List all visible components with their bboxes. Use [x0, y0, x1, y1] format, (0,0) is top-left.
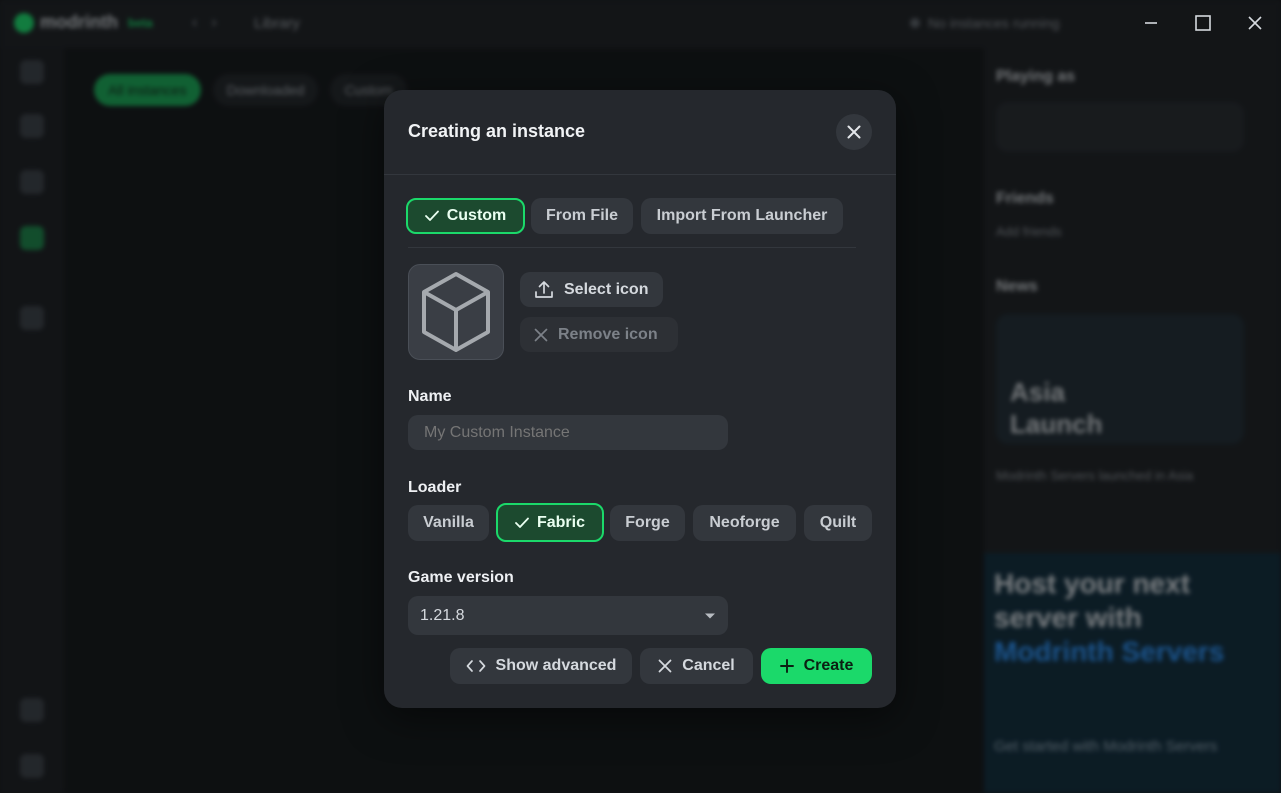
create-instance-dialog: Creating an instance Custom From File Im…: [384, 90, 896, 708]
plus-icon: [779, 659, 794, 673]
create-label: Create: [803, 657, 854, 674]
window-close-button[interactable]: [1229, 0, 1281, 46]
show-advanced-button[interactable]: Show advanced: [450, 648, 632, 684]
close-icon: [1248, 16, 1262, 30]
loader-quilt[interactable]: Quilt: [804, 505, 872, 541]
dialog-title: Creating an instance: [408, 121, 586, 141]
game-version-select[interactable]: 1.21.8: [408, 596, 728, 635]
create-button[interactable]: Create: [761, 648, 872, 684]
x-icon: [658, 659, 672, 673]
cancel-label: Cancel: [682, 657, 735, 674]
chevron-down-icon: [705, 613, 715, 618]
maximize-button[interactable]: [1177, 0, 1229, 46]
close-icon: [847, 125, 861, 139]
game-version-value: 1.21.8: [420, 606, 465, 624]
upload-icon: [535, 280, 553, 298]
instance-icon-preview: [408, 264, 504, 360]
check-icon: [424, 210, 439, 221]
minimize-icon: [1145, 22, 1157, 24]
loader-label-text: Forge: [625, 514, 670, 531]
tab-label: Import From Launcher: [656, 207, 828, 224]
remove-icon-button[interactable]: Remove icon: [520, 317, 678, 352]
remove-icon-label: Remove icon: [558, 325, 658, 343]
select-icon-label: Select icon: [564, 280, 649, 298]
code-icon: [466, 660, 485, 672]
divider: [408, 247, 856, 248]
game-version-label: Game version: [408, 569, 514, 586]
cube-icon: [422, 272, 490, 352]
loader-neoforge[interactable]: Neoforge: [693, 505, 796, 541]
name-label: Name: [408, 388, 452, 405]
loader-label: Loader: [408, 479, 462, 496]
x-icon: [534, 328, 548, 341]
tab-label: From File: [545, 207, 618, 224]
loader-label-text: Vanilla: [423, 514, 474, 531]
tab-label: Custom: [446, 207, 507, 224]
select-icon-button[interactable]: Select icon: [520, 272, 663, 307]
loader-label-text: Quilt: [819, 514, 857, 531]
dialog-close-button[interactable]: [836, 114, 872, 150]
window-controls: [1125, 0, 1281, 46]
app-window: modrinth beta ‹› Library No instances ru…: [0, 0, 1281, 793]
cancel-button[interactable]: Cancel: [640, 648, 753, 684]
loader-fabric[interactable]: Fabric: [496, 503, 604, 542]
loader-label-text: Neoforge: [709, 514, 780, 531]
check-icon: [515, 517, 529, 528]
tab-from-file[interactable]: From File: [531, 198, 633, 234]
maximize-icon: [1195, 15, 1211, 31]
instance-name-input[interactable]: [408, 415, 728, 450]
show-advanced-label: Show advanced: [495, 657, 617, 674]
dialog-header: Creating an instance: [384, 90, 896, 175]
tab-import-from-launcher[interactable]: Import From Launcher: [641, 198, 843, 234]
minimize-button[interactable]: [1125, 0, 1177, 46]
tab-custom-source[interactable]: Custom: [406, 198, 525, 234]
loader-forge[interactable]: Forge: [610, 505, 685, 541]
loader-vanilla[interactable]: Vanilla: [408, 505, 489, 541]
loader-label-text: Fabric: [536, 513, 585, 531]
